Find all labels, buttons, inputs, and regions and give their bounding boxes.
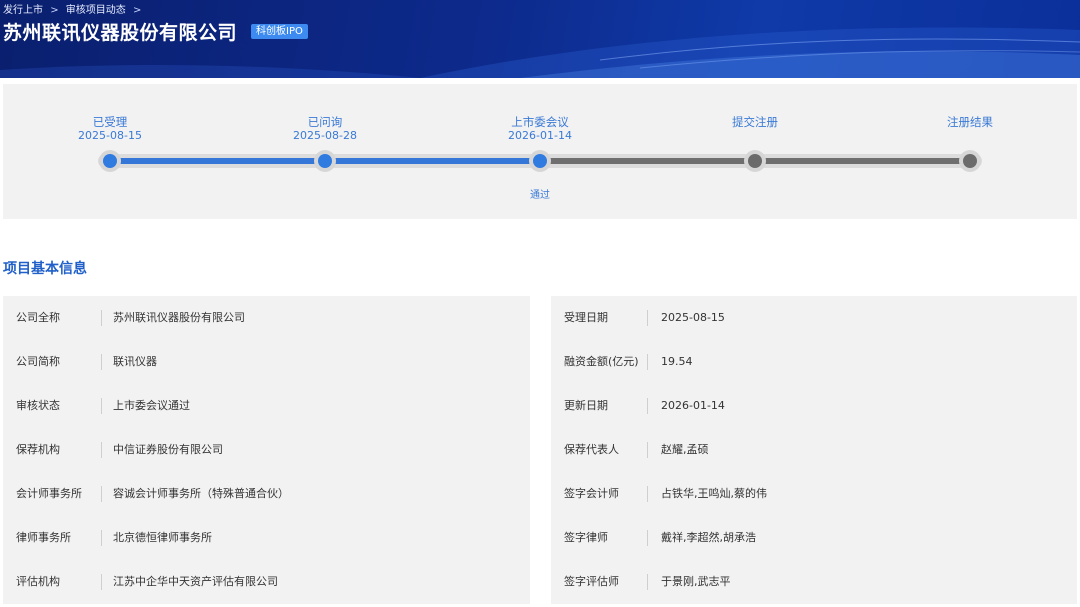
breadcrumb-separator: >: [132, 5, 142, 16]
board-badge: 科创板IPO: [251, 24, 308, 39]
info-divider: [101, 530, 102, 546]
info-key: 签字会计师: [564, 487, 619, 500]
info-divider: [101, 310, 102, 326]
info-divider: [101, 574, 102, 590]
section-title: 项目基本信息: [3, 261, 87, 277]
info-value: 占铁华,王鸣灿,蔡的伟: [661, 487, 767, 500]
info-row-company-fullname: 公司全称 苏州联讯仪器股份有限公司: [3, 296, 530, 340]
stage-label-inquiry: 已问询 2025-08-28: [255, 115, 395, 143]
info-divider: [101, 442, 102, 458]
stage-node-submit-registration: [744, 150, 766, 172]
info-divider: [101, 486, 102, 502]
stage-label-accepted: 已受理 2025-08-15: [40, 115, 180, 143]
page-title: 苏州联讯仪器股份有限公司: [3, 22, 238, 44]
info-divider: [101, 354, 102, 370]
info-divider: [647, 354, 648, 370]
stage-label-submit-registration: 提交注册: [685, 116, 825, 129]
info-key: 融资金额(亿元): [564, 355, 639, 368]
stage-node-inquiry: [314, 150, 336, 172]
info-divider: [647, 310, 648, 326]
info-value: 苏州联讯仪器股份有限公司: [113, 311, 245, 324]
info-key: 律师事务所: [16, 531, 71, 544]
info-value: 于景刚,武志平: [661, 575, 731, 588]
info-key: 签字评估师: [564, 575, 619, 588]
info-value: 联讯仪器: [113, 355, 157, 368]
info-key: 签字律师: [564, 531, 608, 544]
info-value: 中信证券股份有限公司: [113, 443, 223, 456]
stage-date: 2025-08-28: [293, 129, 357, 142]
info-key: 会计师事务所: [16, 487, 82, 500]
info-divider: [647, 486, 648, 502]
info-value: 2025-08-15: [661, 311, 725, 324]
info-divider: [647, 574, 648, 590]
stage-name: 提交注册: [732, 115, 778, 129]
info-value: 容诚会计师事务所（特殊普通合伙）: [113, 487, 289, 500]
stage-label-listing-committee: 上市委会议 2026-01-14: [470, 115, 610, 143]
info-row-accounting-firm: 会计师事务所 容诚会计师事务所（特殊普通合伙）: [3, 472, 530, 516]
info-row-financing-amount: 融资金额(亿元) 19.54: [551, 340, 1077, 384]
stage-name: 上市委会议: [511, 115, 569, 129]
info-value: 北京德恒律师事务所: [113, 531, 212, 544]
info-key: 更新日期: [564, 399, 608, 412]
info-value: 戴祥,李超然,胡承浩: [661, 531, 756, 544]
breadcrumb-item-ipo[interactable]: 发行上市: [3, 5, 43, 16]
stage-result-passed: 通过: [530, 190, 550, 201]
stage-name: 已受理: [92, 115, 128, 129]
info-row-sponsor: 保荐机构 中信证券股份有限公司: [3, 428, 530, 472]
info-key: 公司简称: [16, 355, 60, 368]
info-value: 江苏中企华中天资产评估有限公司: [113, 575, 278, 588]
stage-node-listing-committee: [529, 150, 551, 172]
info-row-law-firm: 律师事务所 北京德恒律师事务所: [3, 516, 530, 560]
info-key: 受理日期: [564, 311, 608, 324]
info-row-update-date: 更新日期 2026-01-14: [551, 384, 1077, 428]
info-value: 2026-01-14: [661, 399, 725, 412]
info-value: 赵耀,孟硕: [661, 443, 709, 456]
page-header: 发行上市 > 审核项目动态 > 苏州联讯仪器股份有限公司 科创板IPO: [0, 0, 1080, 78]
stage-node-registration-result: [959, 150, 981, 172]
info-divider: [647, 530, 648, 546]
info-divider: [101, 398, 102, 414]
breadcrumb: 发行上市 > 审核项目动态 >: [3, 1, 145, 16]
info-row-review-status: 审核状态 上市委会议通过: [3, 384, 530, 428]
info-row-signing-lawyer: 签字律师 戴祥,李超然,胡承浩: [551, 516, 1077, 560]
info-key: 保荐机构: [16, 443, 60, 456]
stage-name: 已问询: [307, 115, 343, 129]
info-row-signing-accountant: 签字会计师 占铁华,王鸣灿,蔡的伟: [551, 472, 1077, 516]
info-row-appraisal-firm: 评估机构 江苏中企华中天资产评估有限公司: [3, 560, 530, 604]
info-divider: [647, 442, 648, 458]
stage-date: 2026-01-14: [508, 129, 572, 142]
info-key: 保荐代表人: [564, 443, 619, 456]
info-key: 审核状态: [16, 399, 60, 412]
info-row-accept-date: 受理日期 2025-08-15: [551, 296, 1077, 340]
breadcrumb-separator: >: [50, 5, 59, 16]
info-row-company-shortname: 公司简称 联讯仪器: [3, 340, 530, 384]
info-value: 上市委会议通过: [113, 399, 190, 412]
info-row-signing-appraiser: 签字评估师 于景刚,武志平: [551, 560, 1077, 604]
stage-date: 2025-08-15: [78, 129, 142, 142]
info-key: 评估机构: [16, 575, 60, 588]
breadcrumb-item-review[interactable]: 审核项目动态: [66, 5, 126, 16]
stage-node-accepted: [99, 150, 121, 172]
info-row-sponsor-representative: 保荐代表人 赵耀,孟硕: [551, 428, 1077, 472]
stage-label-registration-result: 注册结果: [900, 116, 1040, 129]
stage-name: 注册结果: [947, 115, 993, 129]
info-value: 19.54: [661, 355, 693, 368]
info-divider: [647, 398, 648, 414]
info-key: 公司全称: [16, 311, 60, 324]
